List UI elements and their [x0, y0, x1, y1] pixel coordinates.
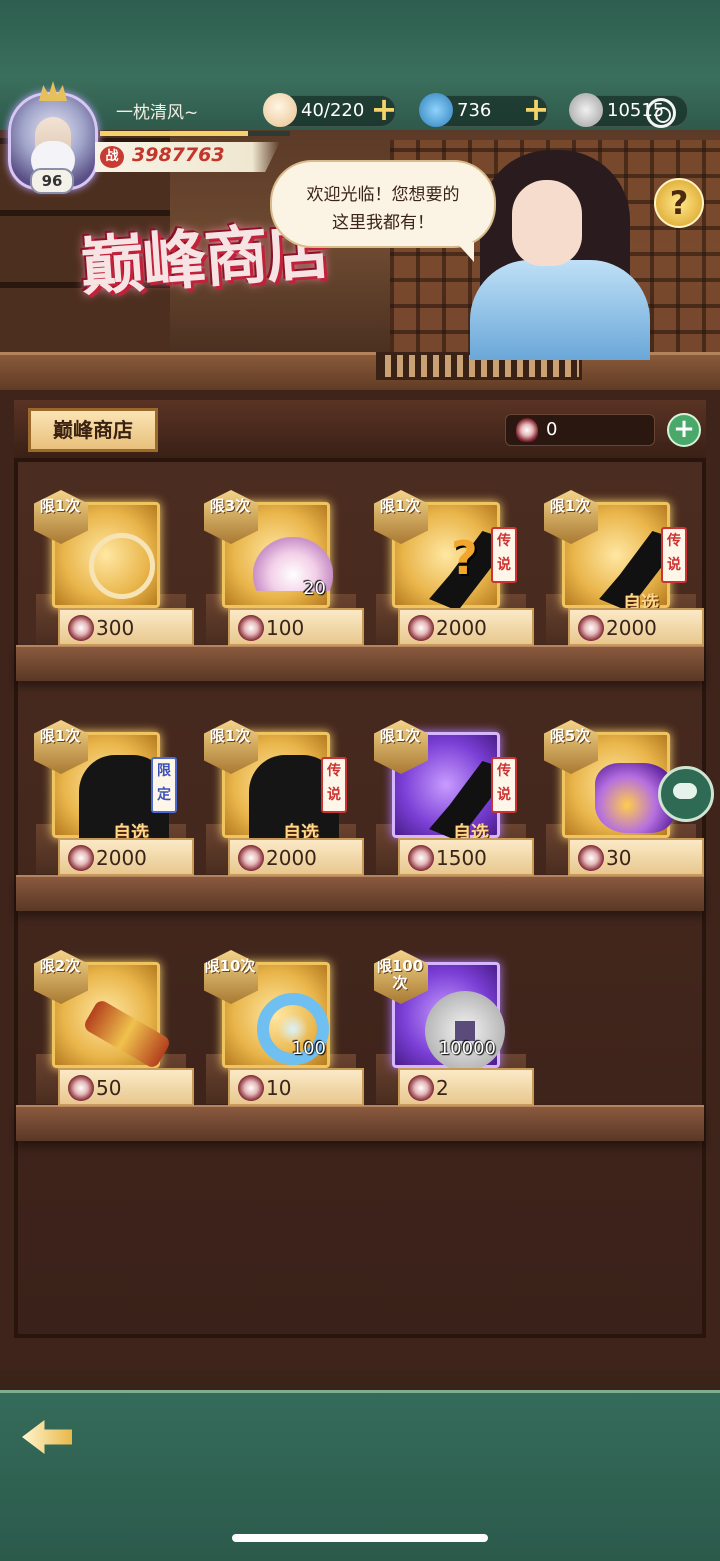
currency-stamina: 40/220 + — [263, 93, 399, 127]
chat-bubble-icon[interactable] — [658, 766, 714, 822]
peak-token-icon — [68, 845, 94, 871]
question-mark-icon: ? — [451, 531, 478, 585]
stamina-value: 40/220 — [301, 100, 365, 121]
item-price: 300 — [96, 616, 135, 640]
price-bar[interactable]: 2000 — [228, 838, 364, 876]
shopkeeper-face — [512, 180, 582, 266]
scroll-icon — [82, 998, 172, 1070]
battle-power-value: 3987763 — [132, 144, 225, 166]
add-token-button[interactable]: + — [667, 413, 701, 447]
peak-token-balance: 0 — [505, 414, 655, 446]
rarity-tag: 传说 — [491, 527, 517, 583]
shop-item-11[interactable]: 10000 限100次 2 — [374, 950, 534, 1115]
price-bar[interactable]: 50 — [58, 1068, 194, 1106]
limit-text: 限1次 — [39, 727, 81, 745]
item-quantity: 10000 — [438, 1038, 496, 1059]
price-bar[interactable]: 300 — [58, 608, 194, 646]
spiral-token-icon — [419, 93, 453, 127]
price-bar[interactable]: 10 — [228, 1068, 364, 1106]
item-quantity: 100 — [291, 1038, 326, 1059]
shop-tab-label: 巅峰商店 — [28, 408, 158, 452]
peak-token-icon — [68, 615, 94, 641]
peak-token-icon — [578, 615, 604, 641]
player-name: 一枕清风~ — [116, 103, 199, 123]
peak-token-icon — [238, 1075, 264, 1101]
exp-fill — [100, 131, 249, 136]
item-price: 10 — [266, 1076, 292, 1100]
limit-text: 限3次 — [209, 497, 251, 515]
peak-token-icon — [516, 418, 538, 442]
price-bar[interactable]: 2000 — [58, 838, 194, 876]
shop-item-6[interactable]: 传说 自选 限1次 2000 — [204, 720, 364, 885]
item-price: 2000 — [96, 846, 147, 870]
spiral-value: 736 — [457, 100, 492, 121]
currency-spiral: 736 + — [419, 93, 551, 127]
shop-item-1[interactable]: 限1次 300 — [34, 490, 194, 655]
limit-text: 限1次 — [39, 497, 81, 515]
limit-text: 限1次 — [379, 727, 421, 745]
price-bar[interactable]: 2000 — [398, 608, 534, 646]
item-price: 2000 — [436, 616, 487, 640]
peak-token-icon — [408, 615, 434, 641]
steamed-bun-icon — [263, 93, 297, 127]
ring-icon — [89, 533, 155, 599]
item-price: 2000 — [266, 846, 317, 870]
rarity-tag: 传说 — [321, 757, 347, 813]
item-price: 100 — [266, 616, 305, 640]
peak-token-count: 0 — [546, 419, 558, 440]
peak-token-icon — [578, 845, 604, 871]
peak-token-icon — [408, 1075, 434, 1101]
shop-item-3[interactable]: ? 传说 限1次 2000 — [374, 490, 534, 655]
price-bar[interactable]: 30 — [568, 838, 704, 876]
exp-bar — [100, 131, 290, 136]
limit-text: 限5次 — [549, 727, 591, 745]
item-price: 1500 — [436, 846, 487, 870]
home-indicator[interactable] — [232, 1534, 488, 1542]
add-spiral-button[interactable]: + — [521, 93, 551, 125]
back-arrow-icon[interactable] — [18, 1412, 84, 1462]
shop-item-2[interactable]: 20 限3次 100 — [204, 490, 364, 655]
silver-coin-icon — [425, 991, 505, 1071]
limit-text: 限1次 — [209, 727, 251, 745]
shopkeeper-dress — [470, 260, 650, 360]
shop-item-7[interactable]: 传说 自选 限1次 1500 — [374, 720, 534, 885]
shop-item-4[interactable]: 传说 自选 限1次 2000 — [544, 490, 704, 655]
limit-text: 限1次 — [379, 497, 421, 515]
rarity-tag: 限定 — [151, 757, 177, 813]
peak-token-icon — [238, 615, 264, 641]
item-price: 50 — [96, 1076, 122, 1100]
settings-icon[interactable] — [646, 98, 676, 128]
shop-item-10[interactable]: 100 限10次 10 — [204, 950, 364, 1115]
peak-token-icon — [68, 1075, 94, 1101]
limit-text: 限10次 — [204, 957, 256, 975]
price-bar[interactable]: 1500 — [398, 838, 534, 876]
item-price: 2 — [436, 1076, 449, 1100]
price-bar[interactable]: 100 — [228, 608, 364, 646]
speech-line-2: 这里我都有！ — [332, 213, 434, 233]
limit-text: 限2次 — [39, 957, 81, 975]
limit-text: 限100次 — [376, 957, 424, 992]
silver-coin-icon — [569, 93, 603, 127]
item-quantity: 20 — [303, 578, 326, 599]
speech-bubble: 欢迎光临！您想要的 这里我都有！ — [270, 160, 496, 262]
shop-item-9[interactable]: 限2次 50 — [34, 950, 194, 1115]
speech-line-1: 欢迎光临！您想要的 — [306, 185, 460, 205]
battle-power-icon: 战 — [100, 146, 124, 168]
peak-token-icon — [238, 845, 264, 871]
item-price: 2000 — [606, 616, 657, 640]
price-bar[interactable]: 2 — [398, 1068, 534, 1106]
peak-token-icon — [408, 845, 434, 871]
rarity-tag: 传说 — [661, 527, 687, 583]
rarity-tag: 传说 — [491, 757, 517, 813]
price-bar[interactable]: 2000 — [568, 608, 704, 646]
shop-item-5[interactable]: 限定 自选 限1次 2000 — [34, 720, 194, 885]
limit-text: 限1次 — [549, 497, 591, 515]
item-price: 30 — [606, 846, 632, 870]
player-level: 96 — [30, 168, 74, 194]
help-button[interactable]: ? — [654, 178, 704, 228]
add-stamina-button[interactable]: + — [369, 93, 399, 125]
